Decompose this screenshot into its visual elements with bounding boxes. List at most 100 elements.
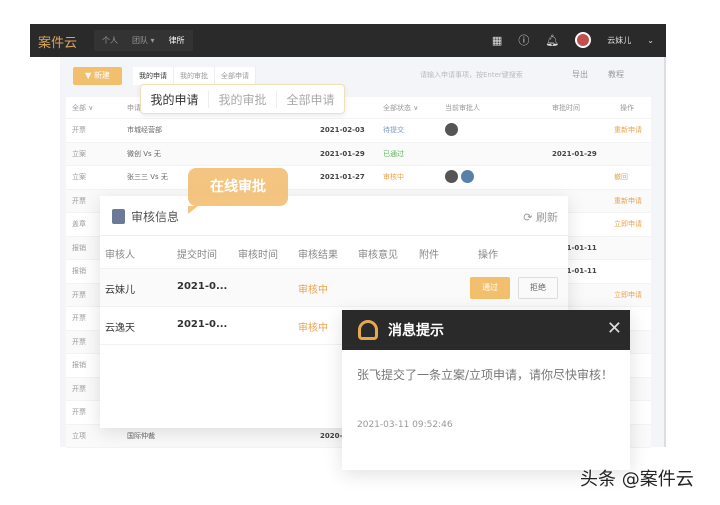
nav-personal[interactable]: 个人 bbox=[102, 35, 118, 46]
avatar bbox=[461, 169, 474, 183]
cell-action[interactable]: 撤回 bbox=[614, 172, 628, 182]
cell-type: 开票 bbox=[72, 314, 86, 323]
review-result: 审核中 bbox=[298, 285, 328, 296]
panel-title: 审核信息 bbox=[112, 208, 179, 225]
approve-button[interactable]: 通过 bbox=[470, 277, 510, 299]
apps-grid-icon[interactable]: ▦ bbox=[492, 34, 502, 47]
avatar[interactable] bbox=[575, 32, 592, 48]
status-filter[interactable]: 全部状态 ∨ bbox=[383, 103, 418, 113]
scope-nav: 个人 团队 ▾ 律所 bbox=[94, 30, 193, 51]
cell-type: 开票 bbox=[72, 384, 86, 393]
cell-status: 审核中 bbox=[383, 173, 404, 182]
table-row[interactable]: 开票 市城经营部 2021-02-03 待提交 重新申请 bbox=[66, 119, 651, 143]
col-operation: 操作 bbox=[478, 250, 498, 261]
toolbar-actions: 导出 教程 bbox=[572, 69, 624, 80]
col-review-result: 审核结果 bbox=[298, 250, 338, 261]
col-approve-time: 审批时间 bbox=[552, 103, 580, 112]
message-text: 张飞提交了一条立案/立项申请，请你尽快审核！ bbox=[357, 368, 614, 382]
audit-header: 审核人 提交时间 审核时间 审核结果 审核意见 附件 操作 bbox=[100, 236, 568, 269]
cell-action[interactable]: 立即申请 bbox=[614, 290, 642, 300]
cell-action[interactable]: 立即申请 bbox=[614, 219, 642, 229]
submit-time: 2021-0... bbox=[177, 281, 228, 292]
message-notification: 消息提示 ✕ 张飞提交了一条立案/立项申请，请你尽快审核！ 2021-03-11 … bbox=[342, 310, 630, 470]
cell-status: 待提交 bbox=[383, 126, 404, 135]
col-action: 操作 bbox=[620, 103, 634, 112]
cell-name: 国际仲裁 bbox=[127, 431, 155, 440]
col-reviewer: 审核人 bbox=[105, 250, 135, 261]
reject-button[interactable]: 拒绝 bbox=[518, 277, 558, 299]
cell-type: 开票 bbox=[72, 408, 86, 417]
nav-team[interactable]: 团队 ▾ bbox=[132, 35, 155, 46]
new-button[interactable]: ▼ 新建 bbox=[73, 67, 122, 85]
panel-title-text: 审核信息 bbox=[131, 210, 180, 224]
cell-type: 报销 bbox=[72, 243, 86, 252]
bell-icon[interactable]: 🔔︎ bbox=[545, 34, 559, 47]
zoomed-tabs: 我的申请 我的审批 全部申请 bbox=[140, 84, 345, 114]
nav-firm[interactable]: 律所 bbox=[169, 35, 185, 46]
tab-all-requests-zoom[interactable]: 全部申请 bbox=[277, 91, 344, 108]
cell-name: 张三三 Vs 无 bbox=[127, 173, 168, 182]
table-row[interactable]: 立案 张三三 Vs 无 2021-01-27 审核中 撤回 bbox=[66, 166, 651, 190]
watermark: 头条 @案件云 bbox=[580, 469, 694, 490]
document-icon bbox=[112, 209, 125, 224]
cell-date: 2021-02-03 bbox=[320, 126, 365, 135]
top-bar: 案件云 个人 团队 ▾ 律所 ▦ ⓘ 🔔︎ 云妹儿 ⌄ bbox=[30, 24, 666, 57]
filter-tabs: 我的申请 我的审批 全部申请 bbox=[133, 67, 256, 85]
col-attachment: 附件 bbox=[419, 250, 439, 261]
col-review-comment: 审核意见 bbox=[358, 250, 398, 261]
type-filter[interactable]: 全部 ∨ bbox=[72, 103, 93, 113]
cell-type: 开票 bbox=[72, 196, 86, 205]
cell-approve-time: 2021-01-29 bbox=[552, 149, 597, 158]
cell-type: 报销 bbox=[72, 267, 86, 276]
logo: 案件云 bbox=[38, 36, 78, 51]
tab-my-approvals-zoom[interactable]: 我的审批 bbox=[209, 90, 277, 108]
search-input[interactable]: 请输入申请事项，按Enter键搜索 bbox=[420, 70, 523, 80]
cell-type: 开票 bbox=[72, 337, 86, 346]
message-time: 2021-03-11 09:52:46 bbox=[357, 420, 453, 430]
cell-status: 已通过 bbox=[383, 149, 404, 158]
audit-row: 云妹儿 2021-0... 审核中 通过 拒绝 bbox=[100, 269, 568, 307]
cell-type: 开票 bbox=[72, 126, 86, 135]
refresh-button[interactable]: ⟳ 刷新 bbox=[523, 209, 558, 225]
cell-name: 微创 Vs 无 bbox=[127, 149, 161, 158]
user-name[interactable]: 云妹儿 bbox=[607, 35, 631, 46]
tab-my-requests-zoom[interactable]: 我的申请 bbox=[141, 90, 209, 108]
review-result: 审核中 bbox=[298, 323, 328, 334]
message-title: 消息提示 bbox=[388, 323, 444, 339]
submit-time: 2021-0... bbox=[177, 319, 228, 330]
cell-action[interactable]: 重新申请 bbox=[614, 196, 642, 206]
cell-date: 2021-01-27 bbox=[320, 173, 365, 182]
export-button[interactable]: 导出 bbox=[572, 69, 588, 80]
reviewer-name: 云妹儿 bbox=[105, 285, 135, 296]
refresh-label: 刷新 bbox=[536, 211, 558, 224]
col-approver: 当前审批人 bbox=[445, 103, 480, 112]
cell-type: 盖章 bbox=[72, 220, 86, 229]
cell-date: 2021-01-29 bbox=[320, 149, 365, 158]
approver-avatars bbox=[445, 169, 477, 185]
online-approval-callout: 在线审批 bbox=[188, 168, 288, 214]
tab-my-approvals[interactable]: 我的审批 bbox=[174, 67, 215, 85]
tab-all-requests[interactable]: 全部申请 bbox=[215, 67, 256, 85]
cell-name: 市城经营部 bbox=[127, 126, 162, 135]
col-submit-time: 提交时间 bbox=[177, 250, 217, 261]
tab-my-requests[interactable]: 我的申请 bbox=[133, 67, 174, 85]
cell-type: 立案 bbox=[72, 173, 86, 182]
cell-type: 报销 bbox=[72, 361, 86, 370]
cell-date: 2020- bbox=[320, 431, 343, 440]
close-icon[interactable]: ✕ bbox=[607, 318, 622, 339]
cell-type: 立项 bbox=[72, 431, 86, 440]
avatar bbox=[445, 122, 458, 136]
help-icon[interactable]: ⓘ bbox=[518, 32, 529, 48]
col-review-time: 审核时间 bbox=[238, 250, 278, 261]
col-request: 申请 bbox=[127, 103, 141, 112]
avatar bbox=[445, 169, 458, 183]
cell-type: 开票 bbox=[72, 290, 86, 299]
bell-icon bbox=[358, 320, 378, 340]
top-icons: ▦ ⓘ 🔔︎ 云妹儿 ⌄ bbox=[492, 32, 654, 48]
chevron-down-icon[interactable]: ⌄ bbox=[647, 36, 654, 45]
tutorial-button[interactable]: 教程 bbox=[608, 69, 624, 80]
cell-action[interactable]: 重新申请 bbox=[614, 125, 642, 135]
approver-avatars bbox=[445, 122, 461, 138]
reviewer-name: 云逸天 bbox=[105, 323, 135, 334]
table-row[interactable]: 立案 微创 Vs 无 2021-01-29 已通过 2021-01-29 bbox=[66, 142, 651, 166]
